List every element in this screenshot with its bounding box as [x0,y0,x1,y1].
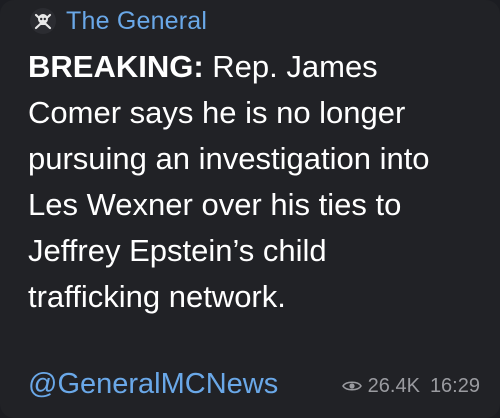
message-line: trafficking network. [28,279,286,314]
breaking-label: BREAKING: [28,49,204,84]
message-line: Jeffrey Epstein’s child [28,233,327,268]
channel-header[interactable]: The General [30,6,207,36]
view-count: 26.4K [367,374,420,397]
channel-handle-link[interactable]: @GeneralMCNews [28,366,278,402]
message-line: BREAKING: Rep. James [28,44,488,90]
message-line: Comer says he is no longer [28,95,406,130]
channel-name[interactable]: The General [66,7,207,36]
message-text: BREAKING: Rep. James Comer says he is no… [28,44,488,320]
message-meta: 26.4K 16:29 [341,372,480,400]
eye-icon [341,379,362,393]
message-bubble: The General BREAKING: Rep. James Comer s… [0,0,500,418]
skull-crossbones-avatar-icon[interactable] [30,8,56,34]
message-footer: @GeneralMCNews 26.4K 16:29 [28,362,480,402]
message-time: 16:29 [429,374,480,397]
message-line: Les Wexner over his ties to [28,187,402,222]
message-line: pursuing an investigation into [28,141,430,176]
message-line-text: Rep. James [203,49,378,84]
